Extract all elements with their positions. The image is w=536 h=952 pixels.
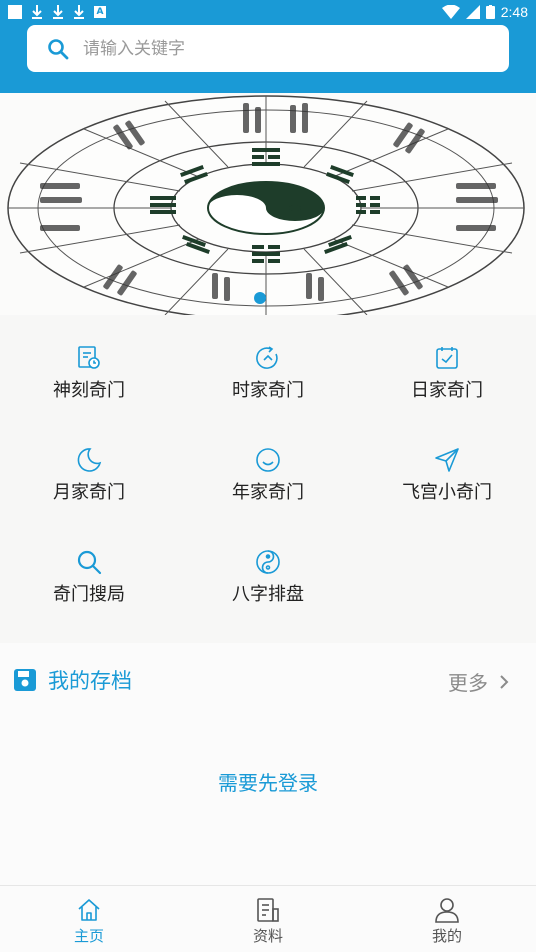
menu-item-label: 年家奇门 xyxy=(232,482,304,503)
archive-header: 我的存档 xyxy=(14,665,132,695)
menu-item-qimen-souju[interactable]: 奇门搜局 xyxy=(0,520,178,620)
download-icon xyxy=(52,4,64,19)
banner-carousel[interactable] xyxy=(0,93,536,315)
my-archive-section: 我的存档 更多 需要先登录 xyxy=(0,643,536,885)
menu-item-feigong-xiao-qimen[interactable]: 飞宫小奇门 xyxy=(358,418,536,518)
more-label: 更多 xyxy=(448,671,488,695)
tab-home[interactable]: 主页 xyxy=(0,886,178,952)
menu-item-bazi-paipan[interactable]: 八字排盘 xyxy=(179,520,357,620)
menu-item-yuejia-qimen[interactable]: 月家奇门 xyxy=(0,418,178,518)
clock-refresh-icon xyxy=(254,344,282,372)
download-icon xyxy=(31,4,43,19)
tab-label: 资料 xyxy=(252,927,283,945)
tab-label: 我的 xyxy=(431,927,462,945)
menu-item-shenke-qimen[interactable]: 神刻奇门 xyxy=(0,316,178,416)
tab-label: 主页 xyxy=(73,927,104,945)
search-icon[interactable] xyxy=(47,38,69,60)
signal-icon xyxy=(465,4,480,19)
status-bar: A 2:48 xyxy=(0,0,536,23)
menu-item-label: 神刻奇门 xyxy=(53,380,125,401)
menu-item-rijia-qimen[interactable]: 日家奇门 xyxy=(358,316,536,416)
menu-item-label: 时家奇门 xyxy=(232,380,304,401)
menu-item-label: 日家奇门 xyxy=(411,380,483,401)
save-icon xyxy=(14,669,36,691)
menu-item-label: 八字排盘 xyxy=(232,584,304,605)
menu-item-label: 飞宫小奇门 xyxy=(402,482,492,503)
bottom-tab-bar: 主页 资料 我的 xyxy=(0,885,536,952)
header-bar xyxy=(0,23,536,93)
tab-materials[interactable]: 资料 xyxy=(179,886,357,952)
calendar-check-icon xyxy=(433,344,461,372)
more-link[interactable]: 更多 xyxy=(448,667,512,696)
archive-title: 我的存档 xyxy=(48,669,132,693)
calendar-clock-icon xyxy=(75,344,103,372)
notification-square-icon xyxy=(8,4,22,19)
search-box[interactable] xyxy=(27,25,509,72)
home-icon xyxy=(78,899,100,921)
clock: 2:48 xyxy=(500,3,528,20)
search-input[interactable] xyxy=(83,38,463,59)
menu-item-label: 月家奇门 xyxy=(53,482,125,503)
user-icon xyxy=(435,898,459,923)
login-required-link[interactable]: 需要先登录 xyxy=(0,767,536,796)
bagua-compass-image xyxy=(0,93,536,315)
notification-a-icon: A xyxy=(94,5,106,18)
feature-grid: 神刻奇门 时家奇门 日家奇门 月家奇门 年家奇门 飞宫小奇门 奇门搜局 八字排盘 xyxy=(0,316,536,643)
send-icon xyxy=(433,446,461,474)
menu-item-label: 奇门搜局 xyxy=(53,584,125,605)
search-icon xyxy=(75,548,103,576)
menu-item-shijia-qimen[interactable]: 时家奇门 xyxy=(179,316,357,416)
chevron-right-icon xyxy=(500,674,509,689)
wifi-icon xyxy=(441,4,460,19)
carousel-indicator-dot[interactable] xyxy=(254,292,266,304)
battery-icon xyxy=(485,4,495,19)
moon-icon xyxy=(75,446,103,474)
smile-icon xyxy=(254,446,282,474)
download-icon xyxy=(73,4,85,19)
tab-mine[interactable]: 我的 xyxy=(358,886,536,952)
document-icon xyxy=(257,898,279,922)
yin-yang-icon xyxy=(254,548,282,576)
menu-item-nianjia-qimen[interactable]: 年家奇门 xyxy=(179,418,357,518)
